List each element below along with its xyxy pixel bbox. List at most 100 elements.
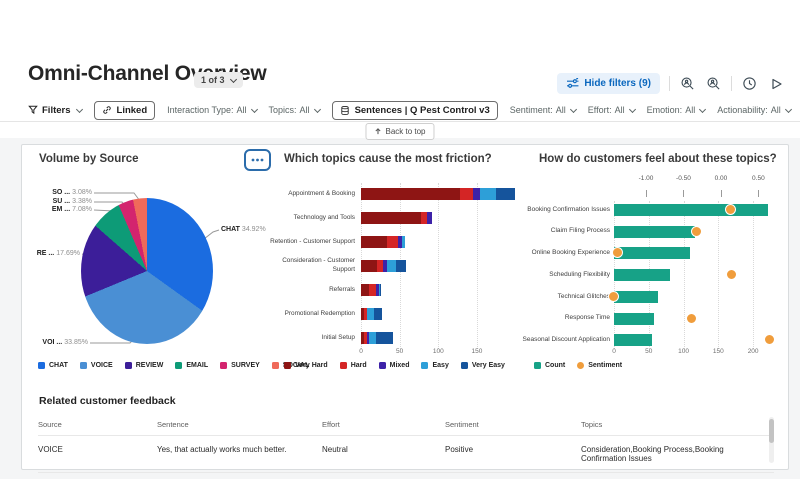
filter-sentiment[interactable]: Sentiment: All: [510, 105, 577, 115]
legend-item[interactable]: Very Easy: [460, 362, 505, 369]
column-header: Source: [38, 413, 157, 436]
table-cell[interactable]: VOICE: [38, 436, 157, 473]
legend-swatch: [124, 362, 132, 369]
linked-label: Linked: [116, 104, 148, 116]
bar-segment[interactable]: [387, 259, 396, 272]
bar-segment[interactable]: [480, 187, 497, 200]
filter-actionability[interactable]: Actionability: All: [717, 105, 792, 115]
sentiment-dot[interactable]: [686, 312, 698, 324]
bar-segment[interactable]: [361, 259, 378, 272]
legend-item[interactable]: SURVEY: [220, 362, 260, 369]
pie-point-label: VOI ... 33.85%: [42, 339, 88, 346]
legend-swatch: [577, 362, 585, 369]
x-tick-label: 150: [471, 348, 483, 355]
preview-user-zoom-out-icon[interactable]: [679, 75, 696, 92]
count-bar[interactable]: [614, 269, 670, 282]
chevron-down-icon: [628, 105, 636, 113]
bar-segment[interactable]: [459, 187, 474, 200]
legend-swatch: [38, 362, 45, 369]
bar-segment[interactable]: [427, 211, 433, 224]
legend-item[interactable]: CHAT: [38, 362, 68, 369]
gridline: [718, 201, 720, 349]
table-cell[interactable]: Consideration,Booking Process,Booking Co…: [581, 436, 774, 473]
sentiment-axis-tick: [646, 190, 647, 197]
filter-interaction-type[interactable]: Interaction Type: All: [167, 105, 258, 115]
chevron-down-icon: [699, 105, 707, 113]
count-bar[interactable]: [614, 225, 695, 238]
bar-segment[interactable]: [368, 331, 377, 344]
bar-segment[interactable]: [367, 307, 375, 320]
bar-segment[interactable]: [376, 331, 393, 344]
pie-chart[interactable]: [81, 198, 213, 344]
category-label: Response Time: [564, 314, 610, 322]
sentiment-dot[interactable]: [726, 269, 738, 281]
bar-segment[interactable]: [386, 235, 399, 248]
filter-emotion[interactable]: Emotion: All: [647, 105, 707, 115]
play-icon[interactable]: [767, 75, 784, 92]
preview-user-zoom-in-icon[interactable]: [705, 75, 722, 92]
bar-segment[interactable]: [374, 307, 382, 320]
bar-segment[interactable]: [361, 283, 369, 296]
x-tick-label: 100: [432, 348, 444, 355]
category-label: Consideration - Customer Support: [282, 257, 355, 273]
back-to-top-button[interactable]: Back to top: [365, 123, 435, 140]
bar-segment[interactable]: [496, 187, 515, 200]
filters-menu[interactable]: Filters: [28, 105, 83, 116]
legend-item[interactable]: Sentiment: [577, 362, 622, 369]
count-bar[interactable]: [614, 290, 658, 303]
dataset-button[interactable]: Sentences | Q Pest Control v3: [331, 100, 498, 120]
hide-filters-button[interactable]: Hide filters (9): [557, 73, 660, 94]
legend-item[interactable]: Count: [534, 362, 565, 369]
count-bar[interactable]: [614, 204, 769, 216]
sentiment-dot[interactable]: [607, 290, 619, 302]
category-label: Technology and Tools: [293, 213, 355, 221]
filter-topics[interactable]: Topics: All: [269, 105, 321, 115]
bar-segment[interactable]: [473, 187, 480, 200]
legend-swatch: [460, 362, 468, 369]
bar-segment[interactable]: [361, 211, 422, 224]
filter-effort[interactable]: Effort: All: [588, 105, 636, 115]
linked-button[interactable]: Linked: [93, 100, 156, 120]
category-label: Retention - Customer Support: [270, 237, 355, 245]
category-label: Booking Confirmation Issues: [527, 205, 610, 213]
legend-item[interactable]: VOICE: [79, 362, 113, 369]
page-indicator-badge[interactable]: 1 of 3: [194, 72, 243, 88]
legend-swatch: [79, 362, 87, 369]
stacked-bar: [361, 331, 393, 344]
pie-point-label: EM ... 7.08%: [51, 206, 92, 213]
legend-item[interactable]: EMAIL: [175, 362, 208, 369]
bar-segment[interactable]: [361, 235, 387, 248]
table-cell[interactable]: Positive: [445, 436, 581, 473]
count-bar[interactable]: [614, 247, 690, 260]
table-cell[interactable]: Neutral: [322, 436, 445, 473]
legend-item[interactable]: Easy: [421, 362, 449, 369]
dataset-label: Sentences | Q Pest Control v3: [354, 104, 490, 116]
chevron-down-icon: [313, 105, 321, 113]
bar-segment[interactable]: [379, 283, 382, 296]
category-label: Claim Filing Process: [550, 227, 610, 235]
hide-filters-label: Hide filters (9): [584, 78, 651, 89]
table-scrollbar[interactable]: [769, 417, 774, 463]
bar-segment[interactable]: [395, 259, 406, 272]
table-cell[interactable]: Yes, that actually works much better.: [157, 436, 322, 473]
count-bar[interactable]: [614, 312, 654, 325]
legend-swatch: [534, 362, 541, 369]
gridline: [438, 183, 440, 349]
legend-item[interactable]: REVIEW: [124, 362, 163, 369]
scrollbar-thumb[interactable]: [769, 419, 774, 443]
category-label: Scheduling Flexibility: [549, 270, 610, 278]
count-bar[interactable]: [614, 334, 653, 347]
pie-point-label: RE ... 17.69%: [36, 250, 80, 257]
history-clock-icon[interactable]: [741, 75, 758, 92]
legend-item[interactable]: Hard: [339, 362, 367, 369]
sentiment-dot[interactable]: [764, 334, 776, 346]
bar-segment[interactable]: [401, 235, 406, 248]
legend-item[interactable]: Mixed: [378, 362, 409, 369]
bar-segment[interactable]: [361, 187, 460, 200]
legend-item[interactable]: Very Hard: [284, 362, 328, 369]
chevron-down-icon: [784, 105, 792, 113]
bar-segment[interactable]: [368, 283, 376, 296]
category-label: Technical Glitches: [557, 292, 610, 300]
sentiment-dot[interactable]: [690, 225, 702, 237]
feel-widget-title: How do customers feel about these topics…: [539, 153, 777, 165]
